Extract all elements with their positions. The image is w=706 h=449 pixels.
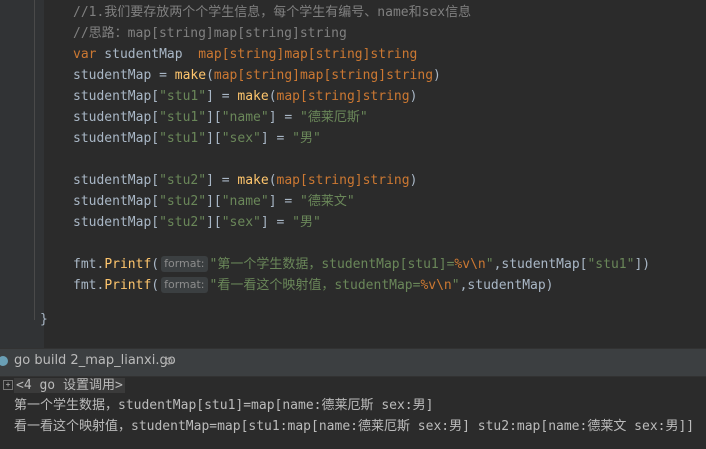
string: ": [485, 257, 494, 272]
identifier: ,studentMap[: [493, 257, 588, 272]
type: map[string]map[string]string: [198, 47, 418, 62]
format-verb: %v\n: [420, 278, 452, 293]
closing-brace: }: [40, 312, 48, 327]
string: "stu1": [159, 131, 207, 146]
identifier: studentMap[: [73, 131, 160, 146]
function: make: [237, 173, 269, 188]
editor-gutter: [0, 0, 44, 348]
code-line-10[interactable]: studentMap["stu2"]["name"] = "德莱文": [73, 191, 355, 212]
console-output-line-1: 第一个学生数据，studentMap[stu1]=map[name:德莱厄斯 s…: [14, 398, 434, 413]
identifier: studentMap: [96, 47, 199, 62]
operator: ] =: [206, 89, 238, 104]
string: "name": [221, 194, 269, 209]
folded-lines[interactable]: <4 go 设置调用>: [14, 376, 125, 395]
code-line-5[interactable]: studentMap["stu1"] = make(map[string]str…: [73, 86, 417, 107]
string: "stu2": [159, 194, 207, 209]
type: map[string]string: [276, 89, 410, 104]
operator: ]): [634, 257, 651, 272]
string: "男": [292, 131, 321, 146]
identifier: ,studentMap): [459, 278, 554, 293]
string: "name": [221, 110, 269, 125]
code-line-4[interactable]: studentMap = make(map[string]map[string]…: [73, 65, 441, 86]
string: "sex": [221, 215, 261, 230]
gear-icon[interactable]: ⚙: [165, 354, 173, 369]
run-tab-bar: go build 2_map_lianxi.go ⚙: [0, 348, 706, 377]
string: "stu2": [159, 173, 207, 188]
string: "德莱厄斯": [300, 110, 368, 125]
operator: ] =: [206, 173, 238, 188]
expand-icon[interactable]: +: [3, 380, 13, 390]
string: "sex": [221, 131, 261, 146]
code-line-9[interactable]: studentMap["stu2"] = make(map[string]str…: [73, 170, 417, 191]
type: map[string]string: [276, 173, 410, 188]
string: "stu1": [159, 89, 207, 104]
parameter-hint: format:: [161, 277, 208, 293]
identifier: studentMap[: [73, 110, 160, 125]
string: "第一个学生数据，studentMap[stu1]=: [209, 257, 455, 272]
identifier: studentMap[: [73, 173, 160, 188]
string: "stu1": [587, 257, 635, 272]
code-line-7[interactable]: studentMap["stu1"]["sex"] = "男": [73, 128, 321, 149]
string: ": [451, 278, 460, 293]
string: "德莱文": [300, 194, 355, 209]
identifier: studentMap =: [73, 68, 175, 83]
type: map[string]map[string]string: [213, 68, 434, 83]
parameter-hint: format:: [161, 256, 208, 272]
function: make: [237, 89, 269, 104]
keyword: var: [73, 47, 97, 62]
identifier: studentMap[: [73, 215, 160, 230]
run-panel[interactable]: go build 2_map_lianxi.go ⚙ + <4 go 设置调用>…: [0, 348, 706, 449]
format-verb: %v\n: [454, 257, 486, 272]
function: make: [174, 68, 207, 83]
code-line-2[interactable]: //思路：map[string]map[string]string: [73, 23, 347, 44]
code-line-13[interactable]: fmt.Printf(format: "第一个学生数据，studentMap[st…: [73, 254, 650, 275]
string: "男": [292, 215, 321, 230]
code-line-14[interactable]: fmt.Printf(format: "看一看这个映射值，studentMap=%…: [73, 275, 554, 296]
package: fmt.: [73, 278, 105, 293]
run-tab-title[interactable]: go build 2_map_lianxi.go: [14, 353, 176, 368]
function: Printf: [104, 257, 152, 272]
fold-guide: [34, 0, 35, 320]
string: "stu1": [159, 110, 207, 125]
code-line-11[interactable]: studentMap["stu2"]["sex"] = "男": [73, 212, 321, 233]
code-editor[interactable]: //1.我们要存放两个个学生信息，每个学生有编号、name和sex信息 //思路…: [0, 0, 706, 348]
go-run-icon: [0, 356, 8, 366]
identifier: studentMap[: [73, 89, 160, 104]
code-line-6[interactable]: studentMap["stu1"]["name"] = "德莱厄斯": [73, 107, 368, 128]
string: "stu2": [159, 215, 207, 230]
string: "看一看这个映射值，studentMap=: [209, 278, 421, 293]
package: fmt.: [73, 257, 105, 272]
identifier: studentMap[: [73, 194, 160, 209]
code-line-3[interactable]: var studentMap map[string]map[string]str…: [73, 44, 417, 65]
function: Printf: [104, 278, 152, 293]
console-output-line-2: 看一看这个映射值，studentMap=map[stu1:map[name:德莱…: [14, 419, 695, 434]
code-line-1[interactable]: //1.我们要存放两个个学生信息，每个学生有编号、name和sex信息: [73, 2, 471, 23]
